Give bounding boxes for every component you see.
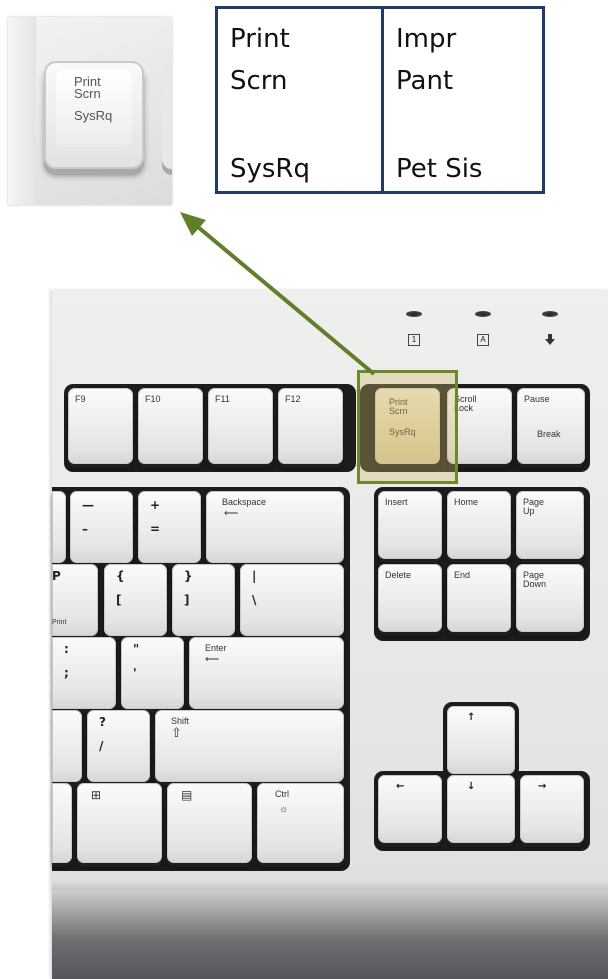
pointer-arrow — [180, 212, 376, 376]
pointer-arrow-shaft — [190, 220, 376, 376]
